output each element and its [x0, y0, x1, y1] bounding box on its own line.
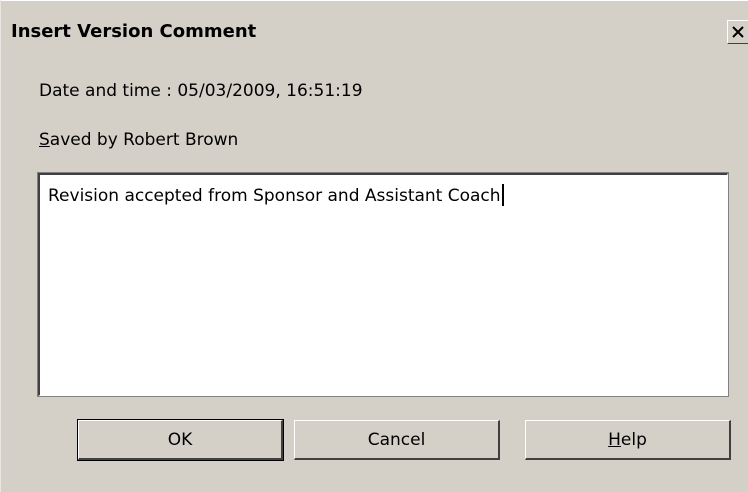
date-time-label: Date and time : 05/03/2009, 16:51:19: [39, 81, 363, 101]
comment-value: Revision accepted from Sponsor and Assis…: [48, 186, 501, 206]
ok-button[interactable]: OK: [77, 419, 284, 461]
text-caret: [501, 184, 504, 206]
close-icon: [732, 26, 744, 38]
saved-by-mnemonic: S: [39, 130, 50, 150]
saved-by-label: Saved by Robert Brown: [39, 130, 238, 150]
cancel-button-label: Cancel: [367, 429, 426, 450]
version-comment-textarea[interactable]: Revision accepted from Sponsor and Assis…: [37, 172, 729, 397]
cancel-button[interactable]: Cancel: [294, 420, 500, 460]
insert-version-comment-dialog: Insert Version Comment Date and time : 0…: [0, 0, 748, 492]
comment-text: Revision accepted from Sponsor and Assis…: [48, 184, 504, 206]
title-bar[interactable]: Insert Version Comment: [1, 0, 748, 50]
ok-button-label: OK: [167, 429, 193, 450]
help-mnemonic: H: [608, 429, 621, 450]
close-button[interactable]: [727, 20, 748, 44]
saved-by-text: aved by Robert Brown: [49, 130, 239, 150]
help-button[interactable]: Help: [525, 420, 731, 460]
help-button-label: elp: [620, 429, 647, 450]
dialog-title: Insert Version Comment: [11, 21, 257, 42]
